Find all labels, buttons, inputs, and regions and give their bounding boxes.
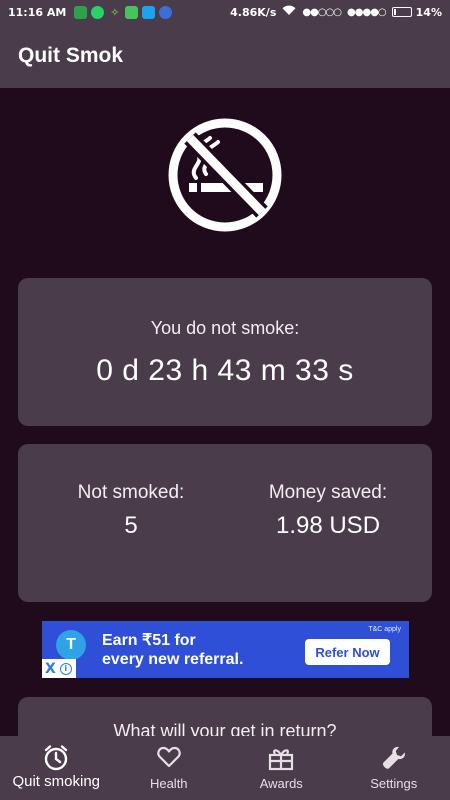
battery-percent: 14%	[415, 5, 442, 19]
clock-icon	[45, 745, 68, 771]
status-time: 11:16 AM	[8, 5, 67, 19]
not-smoked-value: 5	[124, 512, 138, 539]
money-saved-stat: Money saved: 1.98 USD	[236, 482, 420, 540]
network-speed: 4.86K/s	[230, 5, 277, 19]
app-title: Quit Smok	[18, 44, 124, 67]
not-smoked-label: Not smoked:	[77, 482, 185, 503]
not-smoked-stat: Not smoked: 5	[48, 482, 214, 540]
photos-icon	[74, 5, 88, 19]
whatsapp-icon	[91, 5, 105, 19]
heart-icon	[157, 746, 181, 768]
nav-item-health[interactable]: Health	[113, 736, 226, 800]
app-icon: ✧	[110, 5, 120, 19]
signal-indicator-2: ●●●●○	[347, 6, 387, 18]
ad-terms[interactable]: T&C apply	[368, 626, 401, 633]
app-bar: Quit Smok	[0, 24, 450, 88]
ad-text: Earn ₹51 for every new referral.	[102, 631, 243, 669]
nav-item-awards[interactable]: Awards	[225, 736, 338, 800]
money-saved-value: 1.98 USD	[275, 512, 381, 539]
refer-now-button[interactable]: Refer Now	[305, 639, 390, 665]
nav-label-settings: Settings	[370, 776, 418, 791]
bottom-nav: Quit smoking Health Awards Settings	[0, 736, 450, 800]
browser-icon	[159, 5, 173, 19]
no-smoking-icon	[166, 116, 284, 234]
ad-info-icon[interactable]: i	[59, 662, 72, 675]
nav-item-settings[interactable]: Settings	[338, 736, 450, 800]
gift-icon	[269, 749, 294, 771]
status-bar: 11:16 AM ✧ 4.86K/s ●●○○○ ●●●●○ 14%	[0, 0, 450, 24]
nav-label-awards: Awards	[259, 776, 303, 791]
battery-icon	[391, 7, 412, 17]
twitter-icon	[142, 5, 156, 19]
signal-indicator-1: ●●○○○	[302, 6, 342, 18]
ad-banner[interactable]: T z Earn ₹51 for every new referral. T&C…	[42, 621, 409, 678]
nav-item-quit-smoking[interactable]: Quit smoking	[0, 736, 113, 800]
timer-label: You do not smoke:	[150, 318, 300, 338]
timer-card: You do not smoke: 0 d 23 h 43 m 33 s	[18, 278, 432, 426]
ad-line-1: Earn ₹51 for	[102, 632, 196, 649]
nav-label-quit-smoking: Quit smoking	[12, 773, 101, 790]
messages-icon	[125, 5, 139, 19]
ad-line-2: every new referral.	[102, 651, 244, 668]
wifi-icon	[282, 5, 296, 19]
timer-value: 0 d 23 h 43 m 33 s	[96, 354, 354, 387]
stats-card: Not smoked: 5 Money saved: 1.98 USD	[18, 444, 432, 602]
nav-label-health: Health	[149, 776, 188, 791]
money-saved-label: Money saved:	[268, 482, 388, 503]
ad-choices[interactable]: X i	[42, 659, 76, 678]
wrench-icon	[382, 746, 405, 769]
battery-indicator: 14%	[391, 5, 442, 19]
ad-close-icon[interactable]: X	[45, 662, 56, 676]
ad-logo: T	[56, 630, 86, 660]
